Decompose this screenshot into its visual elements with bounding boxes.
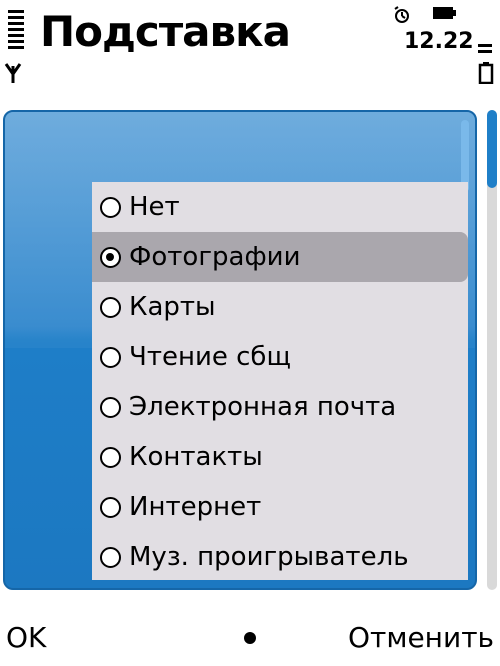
option-email[interactable]: Электронная почта [92,382,468,432]
scrollbar-thumb[interactable] [487,110,497,188]
option-list: Нет Фотографии Карты Чтение сбщ Электрон… [92,182,468,580]
radio-button-icon[interactable] [100,346,121,368]
option-photos[interactable]: Фотографии [92,232,468,282]
option-label: Интернет [129,492,262,522]
radio-button-icon[interactable] [100,446,121,468]
radio-button-icon[interactable] [100,296,121,318]
clock: 12.22 [404,29,474,54]
option-maps[interactable]: Карты [92,282,468,332]
option-internet[interactable]: Интернет [92,482,468,532]
cancel-softkey[interactable]: Отменить [348,618,494,658]
option-label: Нет [129,192,180,222]
ok-softkey[interactable]: OK [6,618,46,658]
option-label: Контакты [129,442,263,472]
battery-level-icon [478,44,492,56]
alarm-clock-icon [394,6,409,23]
option-music-player[interactable]: Муз. проигрыватель [92,532,468,580]
option-label: Муз. проигрыватель [129,542,409,572]
page-title: Подставка [40,7,291,56]
option-label: Фотографии [129,242,301,272]
radio-button-icon[interactable] [100,396,121,418]
radio-button-icon[interactable] [100,196,121,218]
option-label: Карты [129,292,216,322]
option-contacts[interactable]: Контакты [92,432,468,482]
radio-button-selected-icon[interactable] [100,246,121,268]
option-label: Электронная почта [129,392,397,422]
scrollbar[interactable] [487,110,497,590]
center-select-icon[interactable] [244,632,256,644]
signal-strength-icon [8,10,24,52]
option-none[interactable]: Нет [92,182,468,232]
radio-button-icon[interactable] [100,496,121,518]
radio-button-icon[interactable] [100,546,121,568]
battery-charge-icon [433,7,456,19]
option-label: Чтение сбщ [129,342,291,372]
antenna-icon [4,63,22,83]
battery-icon [478,62,494,84]
option-read-messages[interactable]: Чтение сбщ [92,332,468,382]
